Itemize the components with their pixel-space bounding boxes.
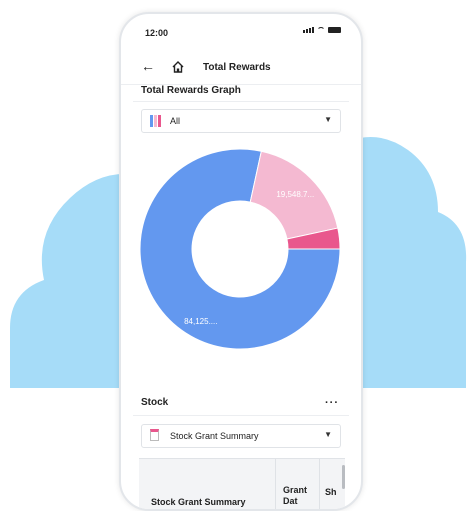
arrow-left-icon[interactable]: ← <box>141 58 155 74</box>
stock-filter-dropdown[interactable]: Stock Grant Summary ▼ <box>141 424 341 448</box>
graph-filter-value: All <box>170 116 181 126</box>
more-options-icon[interactable]: ··· <box>325 397 339 409</box>
page-title: Total Rewards <box>203 62 271 73</box>
legend-colors-icon <box>150 115 161 127</box>
phone-frame: 12:00 ← Total Rewards Total Rewards Grap… <box>119 12 363 511</box>
home-icon[interactable] <box>171 60 185 74</box>
caret-down-icon: ▼ <box>324 430 332 439</box>
status-bar: 12:00 <box>121 14 361 46</box>
donut-slice-label: 19,548.7... <box>276 190 314 199</box>
table-header-cell[interactable]: Sh <box>325 487 337 497</box>
caret-down-icon: ▼ <box>324 115 332 124</box>
divider <box>133 101 349 102</box>
document-icon <box>150 429 159 441</box>
column-divider <box>319 459 320 509</box>
table-header-cell[interactable]: Stock Grant Summary <box>151 497 246 507</box>
stock-section-title: Stock <box>141 397 169 408</box>
divider <box>133 415 349 416</box>
stock-filter-value: Stock Grant Summary <box>170 431 259 441</box>
graph-filter-dropdown[interactable]: All ▼ <box>141 109 341 133</box>
signal-icon <box>303 27 314 33</box>
status-time: 12:00 <box>145 28 169 38</box>
wifi-icon <box>317 27 325 33</box>
donut-slice-label: 84,125.... <box>184 317 217 326</box>
table-header-cell[interactable]: Grant Dat <box>283 485 315 507</box>
stock-table: Stock Grant Summary Grant Dat Sh <box>139 458 345 509</box>
table-scrollbar[interactable] <box>342 465 345 489</box>
donut-chart: 84,125.... 19,548.7... <box>139 148 341 350</box>
graph-section-title: Total Rewards Graph <box>141 85 241 96</box>
app-bar: ← Total Rewards <box>121 54 361 85</box>
status-icons <box>303 27 341 33</box>
column-divider <box>275 459 276 509</box>
battery-icon <box>328 27 341 33</box>
